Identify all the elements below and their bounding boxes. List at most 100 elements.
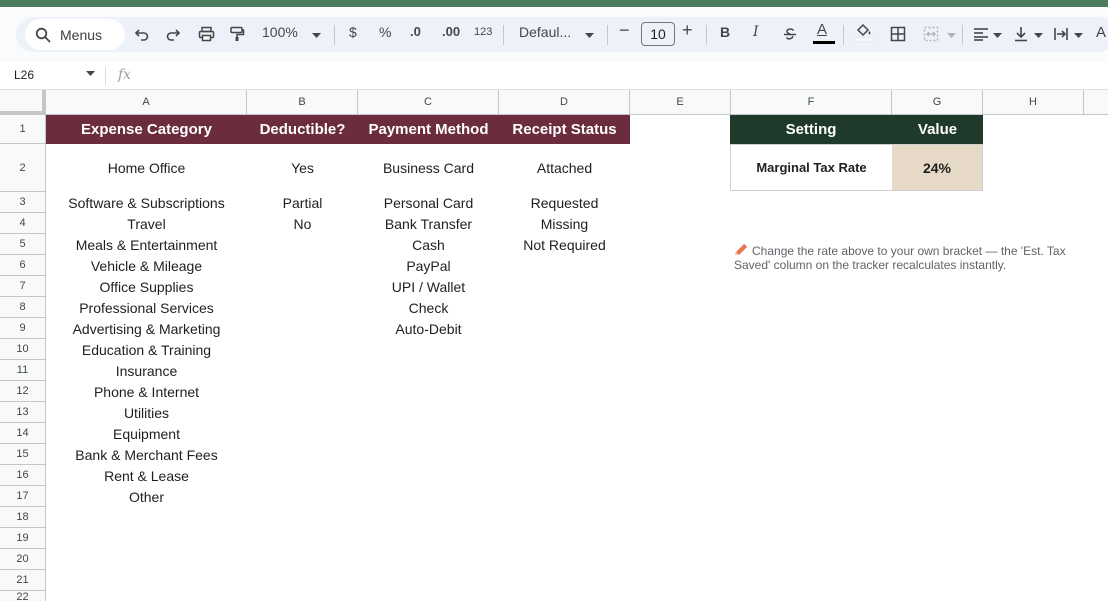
redo-icon[interactable] [162, 23, 184, 45]
payment-method-cell[interactable]: Auto-Debit [358, 318, 499, 339]
font-size-decrease-button[interactable]: − [619, 20, 630, 41]
category-cell[interactable]: Other [46, 486, 247, 507]
payment-method-cell[interactable]: Personal Card [358, 192, 499, 213]
header-setting[interactable]: Setting [730, 115, 892, 144]
row-header-16[interactable]: 16 [0, 465, 46, 486]
payment-method-cell[interactable]: PayPal [358, 255, 499, 276]
text-wrap-icon[interactable] [1050, 23, 1072, 45]
row-header-6[interactable]: 6 [0, 255, 46, 276]
header-value[interactable]: Value [892, 115, 983, 144]
category-cell[interactable]: Education & Training [46, 339, 247, 360]
row-header-7[interactable]: 7 [0, 276, 46, 297]
column-header-f[interactable]: F [731, 90, 892, 115]
row-header-3[interactable]: 3 [0, 192, 46, 213]
header-payment-method[interactable]: Payment Method [358, 115, 499, 144]
horizontal-align-icon[interactable] [970, 23, 992, 45]
category-cell[interactable]: Home Office [46, 144, 247, 192]
text-color-button[interactable]: A [813, 21, 835, 45]
percent-format-button[interactable]: % [379, 24, 391, 40]
row-header-4[interactable]: 4 [0, 213, 46, 234]
row-header-18[interactable]: 18 [0, 507, 46, 528]
paint-format-icon[interactable] [226, 23, 248, 45]
row-header-5[interactable]: 5 [0, 234, 46, 255]
deductible-cell[interactable]: Partial [247, 192, 358, 213]
category-cell[interactable]: Equipment [46, 423, 247, 444]
setting-value-marginal-tax-rate[interactable]: 24% [892, 145, 982, 190]
row-header-21[interactable]: 21 [0, 570, 46, 591]
vertical-align-icon[interactable] [1010, 23, 1032, 45]
row-header-20[interactable]: 20 [0, 549, 46, 570]
strikethrough-icon[interactable] [779, 23, 801, 45]
deductible-cell[interactable]: Yes [247, 144, 358, 192]
merge-cells-icon[interactable] [920, 23, 942, 45]
category-cell[interactable]: Bank & Merchant Fees [46, 444, 247, 465]
row-header-14[interactable]: 14 [0, 423, 46, 444]
category-cell[interactable]: Professional Services [46, 297, 247, 318]
name-box[interactable]: L26 [14, 68, 34, 82]
select-all-corner[interactable] [0, 90, 46, 115]
category-cell[interactable]: Meals & Entertainment [46, 234, 247, 255]
category-cell[interactable]: Travel [46, 213, 247, 234]
print-icon[interactable] [195, 23, 217, 45]
row-header-17[interactable]: 17 [0, 486, 46, 507]
payment-method-cell[interactable]: Cash [358, 234, 499, 255]
payment-method-cell[interactable]: UPI / Wallet [358, 276, 499, 297]
italic-button[interactable]: I [753, 24, 759, 40]
column-header-b[interactable]: B [247, 90, 358, 115]
row-header-2[interactable]: 2 [0, 144, 46, 192]
column-header-g[interactable]: G [892, 90, 983, 115]
horizontal-align-caret-icon[interactable] [993, 33, 1002, 38]
merge-caret-icon[interactable] [947, 33, 956, 38]
category-cell[interactable]: Phone & Internet [46, 381, 247, 402]
column-header-d[interactable]: D [499, 90, 630, 115]
font-size-increase-button[interactable]: + [682, 20, 693, 41]
currency-format-button[interactable]: $ [349, 24, 357, 40]
row-header-13[interactable]: 13 [0, 402, 46, 423]
receipt-status-cell[interactable]: Requested [499, 192, 630, 213]
row-header-10[interactable]: 10 [0, 339, 46, 360]
row-header-22[interactable]: 22 [0, 591, 46, 601]
column-header-e[interactable]: E [630, 90, 731, 115]
deductible-cell[interactable]: No [247, 213, 358, 234]
rate-note[interactable]: Change the rate above to your own bracke… [734, 244, 1084, 272]
category-cell[interactable]: Software & Subscriptions [46, 192, 247, 213]
setting-label-marginal-tax-rate[interactable]: Marginal Tax Rate [731, 145, 892, 190]
more-formats-button[interactable]: 123 [474, 26, 492, 38]
payment-method-cell[interactable]: Business Card [358, 144, 499, 192]
category-cell[interactable]: Advertising & Marketing [46, 318, 247, 339]
header-deductible[interactable]: Deductible? [247, 115, 358, 144]
zoom-value[interactable]: 100% [262, 24, 298, 40]
category-cell[interactable]: Utilities [46, 402, 247, 423]
fill-color-icon[interactable] [853, 21, 875, 43]
column-header-a[interactable]: A [46, 90, 247, 115]
font-family-caret-icon[interactable] [585, 33, 594, 38]
row-header-15[interactable]: 15 [0, 444, 46, 465]
text-wrap-caret-icon[interactable] [1074, 33, 1083, 38]
receipt-status-cell[interactable]: Missing [499, 213, 630, 234]
name-box-caret-icon[interactable] [86, 71, 95, 76]
bold-button[interactable]: B [720, 24, 730, 40]
category-cell[interactable]: Insurance [46, 360, 247, 381]
decrease-decimal-button[interactable]: .0 [410, 24, 421, 39]
undo-icon[interactable] [131, 23, 153, 45]
row-header-11[interactable]: 11 [0, 360, 46, 381]
font-size-input[interactable]: 10 [641, 22, 675, 46]
category-cell[interactable]: Rent & Lease [46, 465, 247, 486]
increase-decimal-button[interactable]: .00 [442, 24, 460, 39]
borders-icon[interactable] [887, 23, 909, 45]
vertical-align-caret-icon[interactable] [1034, 33, 1043, 38]
category-cell[interactable]: Office Supplies [46, 276, 247, 297]
header-expense-category[interactable]: Expense Category [46, 115, 247, 144]
category-cell[interactable]: Vehicle & Mileage [46, 255, 247, 276]
row-header-12[interactable]: 12 [0, 381, 46, 402]
row-header-1[interactable]: 1 [0, 115, 46, 144]
column-header-c[interactable]: C [358, 90, 499, 115]
payment-method-cell[interactable]: Bank Transfer [358, 213, 499, 234]
payment-method-cell[interactable]: Check [358, 297, 499, 318]
header-receipt-status[interactable]: Receipt Status [499, 115, 630, 144]
font-family-select[interactable]: Defaul... [519, 24, 571, 40]
receipt-status-cell[interactable]: Not Required [499, 234, 630, 255]
column-header-i[interactable] [1084, 90, 1108, 115]
text-rotation-button[interactable]: A [1096, 24, 1106, 41]
zoom-caret-icon[interactable] [312, 33, 321, 38]
